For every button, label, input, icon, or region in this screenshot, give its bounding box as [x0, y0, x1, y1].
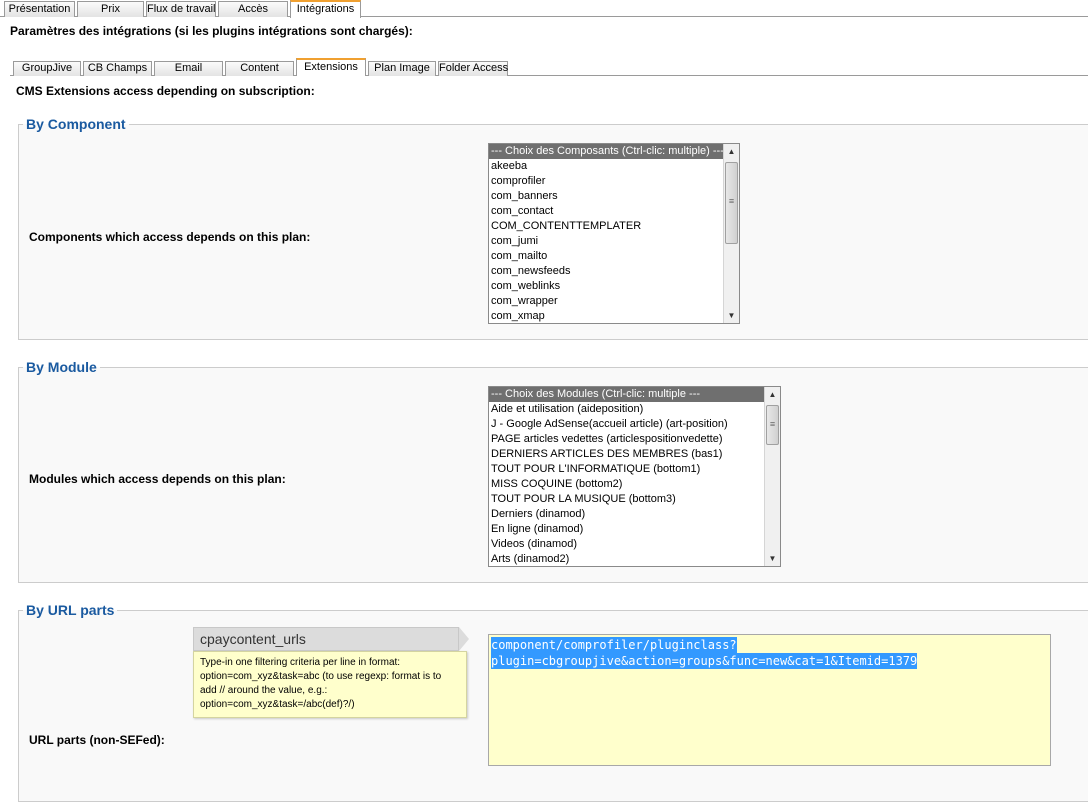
components-scrollbar[interactable]: ▲ ≡ ▼: [723, 144, 739, 323]
scroll-thumb[interactable]: ≡: [725, 162, 738, 244]
component-option[interactable]: com_mailto: [489, 249, 739, 264]
component-option[interactable]: akeeba: [489, 159, 739, 174]
url-line: plugin=cbgroupjive&action=groups&func=ne…: [491, 653, 918, 669]
module-option[interactable]: En ligne (dinamod): [489, 522, 780, 537]
module-option[interactable]: Videos (dinamod): [489, 537, 780, 552]
tab-acces[interactable]: Accès: [218, 1, 288, 17]
module-option[interactable]: PAGE articles vedettes (articlesposition…: [489, 432, 780, 447]
component-option[interactable]: com_banners: [489, 189, 739, 204]
module-option[interactable]: TOUT POUR LA MUSIQUE (bottom3): [489, 492, 780, 507]
tab-flux-de-travail[interactable]: Flux de travail: [146, 1, 216, 17]
component-option[interactable]: com_newsfeeds: [489, 264, 739, 279]
module-option[interactable]: J - Google AdSense(accueil article) (art…: [489, 417, 780, 432]
scroll-up-arrow-icon[interactable]: ▲: [724, 144, 739, 159]
scroll-thumb[interactable]: ≡: [766, 405, 779, 445]
module-option[interactable]: MISS COQUINE (bottom2): [489, 477, 780, 492]
tab-integrations[interactable]: Intégrations: [290, 0, 361, 18]
module-option[interactable]: TOUT POUR L'INFORMATIQUE (bottom1): [489, 462, 780, 477]
modules-label: Modules which access depends on this pla…: [29, 472, 286, 486]
url-line: component/comprofiler/pluginclass?: [491, 637, 737, 653]
modules-scrollbar[interactable]: ▲ ≡ ▼: [764, 387, 780, 566]
tab-presentation[interactable]: Présentation: [4, 1, 75, 17]
component-option[interactable]: com_wrapper: [489, 294, 739, 309]
tab-plan-image[interactable]: Plan Image: [368, 61, 436, 76]
tooltip-line: option=com_xyz&task=/abc(def)?/): [200, 699, 355, 710]
module-option[interactable]: Arts (dinamod2): [489, 552, 780, 566]
tooltip-line: Type-in one filtering criteria per line …: [200, 657, 401, 668]
tab-folder-access[interactable]: Folder Access: [438, 61, 508, 76]
component-option[interactable]: com_weblinks: [489, 279, 739, 294]
tooltip-arrow-icon: [459, 627, 469, 651]
integration-tabs: GroupJive CB Champs Email Content Extens…: [0, 58, 1088, 76]
main-tabs: Présentation Prix Flux de travail Accès …: [0, 0, 1088, 18]
section-heading: CMS Extensions access depending on subsc…: [16, 84, 315, 98]
tab-email[interactable]: Email: [154, 61, 223, 76]
url-legend: By URL parts: [26, 602, 115, 618]
help-tooltip: cpaycontent_urls Type-in one filtering c…: [193, 627, 469, 718]
url-parts-textarea[interactable]: component/comprofiler/pluginclass? plugi…: [488, 634, 1051, 766]
component-option[interactable]: com_jumi: [489, 234, 739, 249]
modules-select[interactable]: --- Choix des Modules (Ctrl-clic: multip…: [488, 386, 781, 567]
page-title: Paramètres des intégrations (si les plug…: [10, 24, 413, 38]
tooltip-line: option=com_xyz&task=abc (to use regexp: …: [200, 671, 442, 682]
tooltip-line: add // around the value, e.g.:: [200, 685, 328, 696]
tooltip-body: Type-in one filtering criteria per line …: [193, 651, 467, 718]
components-select[interactable]: --- Choix des Composants (Ctrl-clic: mul…: [488, 143, 740, 324]
module-option[interactable]: Aide et utilisation (aideposition): [489, 402, 780, 417]
scroll-up-arrow-icon[interactable]: ▲: [765, 387, 780, 402]
tab-content[interactable]: Content: [225, 61, 294, 76]
tab-cb-champs[interactable]: CB Champs: [83, 61, 152, 76]
component-option[interactable]: com_contact: [489, 204, 739, 219]
component-option[interactable]: COM_CONTENTTEMPLATER: [489, 219, 739, 234]
tab-groupjive[interactable]: GroupJive: [13, 61, 81, 76]
module-legend: By Module: [26, 359, 97, 375]
components-option-header[interactable]: --- Choix des Composants (Ctrl-clic: mul…: [489, 144, 739, 159]
scroll-down-arrow-icon[interactable]: ▼: [724, 308, 739, 323]
module-option[interactable]: Derniers (dinamod): [489, 507, 780, 522]
url-parts-label: URL parts (non-SEFed):: [29, 733, 165, 747]
tooltip-title: cpaycontent_urls: [193, 627, 459, 651]
component-option[interactable]: com_xmap: [489, 309, 739, 323]
modules-option-header[interactable]: --- Choix des Modules (Ctrl-clic: multip…: [489, 387, 780, 402]
component-option[interactable]: comprofiler: [489, 174, 739, 189]
tab-extensions[interactable]: Extensions: [296, 58, 366, 76]
module-option[interactable]: DERNIERS ARTICLES DES MEMBRES (bas1): [489, 447, 780, 462]
scroll-down-arrow-icon[interactable]: ▼: [765, 551, 780, 566]
component-legend: By Component: [26, 116, 126, 132]
tab-prix[interactable]: Prix: [77, 1, 144, 17]
components-label: Components which access depends on this …: [29, 230, 311, 244]
